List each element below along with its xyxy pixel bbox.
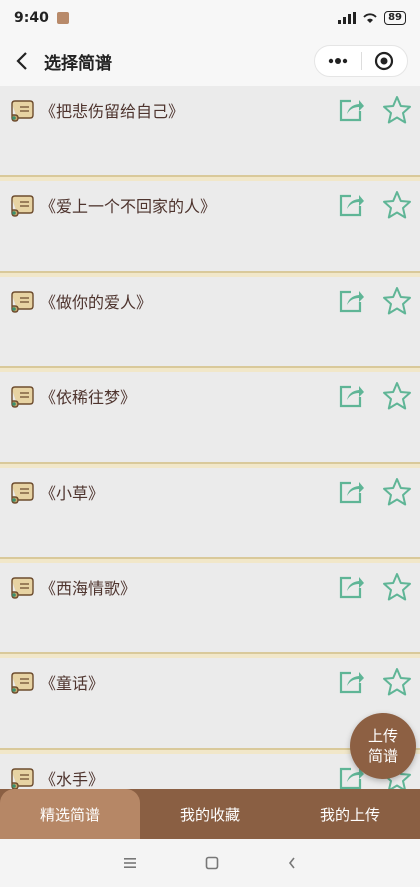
back-nav-icon[interactable]	[287, 856, 297, 870]
more-button[interactable]	[315, 46, 361, 76]
song-title: 《做你的爱人》	[40, 292, 153, 312]
close-circle-icon	[375, 51, 394, 71]
song-title: 《爱上一个不回家的人》	[40, 197, 217, 217]
nav-bar: 选择简谱	[0, 36, 420, 86]
song-row[interactable]: 《依稀往梦》	[0, 372, 420, 468]
star-icon[interactable]	[382, 381, 412, 411]
share-icon[interactable]	[337, 382, 365, 410]
tab-label: 精选简谱	[39, 805, 100, 824]
star-icon[interactable]	[382, 572, 412, 602]
back-button[interactable]	[0, 36, 44, 86]
song-title: 《小草》	[40, 483, 105, 503]
scroll-icon	[8, 577, 34, 599]
song-row[interactable]: 《小草》	[0, 467, 420, 563]
battery-indicator: 89	[384, 11, 406, 25]
share-icon[interactable]	[337, 191, 365, 219]
scroll-icon	[8, 100, 34, 122]
song-title: 《西海情歌》	[40, 578, 137, 598]
scroll-icon	[8, 672, 34, 695]
close-button[interactable]	[362, 46, 408, 76]
tab-bar: 精选简谱 我的收藏 我的上传	[0, 789, 420, 839]
share-icon[interactable]	[337, 96, 365, 124]
song-title: 《童话》	[40, 674, 105, 694]
tab-label: 我的上传	[319, 805, 380, 824]
tab-my-uploads[interactable]: 我的上传	[280, 789, 420, 839]
star-icon[interactable]	[382, 667, 412, 697]
song-title: 《水手》	[40, 769, 105, 789]
status-indicators: 89	[338, 11, 406, 25]
wifi-icon	[363, 13, 377, 23]
system-nav-bar	[0, 839, 420, 887]
back-icon	[16, 52, 27, 70]
share-icon[interactable]	[337, 478, 365, 506]
tab-label: 我的收藏	[179, 805, 240, 824]
notification-icon	[56, 12, 69, 24]
song-title: 《把悲伤留给自己》	[40, 102, 185, 121]
share-icon[interactable]	[337, 287, 365, 315]
miniprogram-capsule	[314, 45, 408, 77]
star-icon[interactable]	[382, 190, 412, 220]
scroll-icon	[8, 386, 34, 408]
menu-icon[interactable]	[123, 857, 137, 869]
share-icon[interactable]	[337, 573, 365, 601]
share-icon[interactable]	[337, 668, 365, 696]
upload-label-line1: 上传	[367, 727, 398, 745]
song-row[interactable]: 《做你的爱人》	[0, 276, 420, 373]
scroll-icon	[8, 768, 34, 790]
page-title: 选择简谱	[44, 53, 112, 74]
scroll-icon	[8, 481, 34, 504]
tab-featured-scores[interactable]: 精选简谱	[0, 789, 140, 839]
song-row[interactable]: 《西海情歌》	[0, 562, 420, 659]
star-icon[interactable]	[382, 286, 412, 316]
upload-score-button[interactable]: 上传 简谱	[350, 713, 416, 779]
more-icon	[328, 58, 347, 64]
scroll-icon	[8, 291, 34, 313]
star-icon[interactable]	[382, 95, 412, 125]
status-time: 9:40	[14, 10, 49, 26]
scroll-icon	[8, 195, 34, 218]
status-bar: 9:40 89	[0, 0, 420, 36]
signal-icon	[338, 12, 357, 24]
song-title: 《依稀往梦》	[40, 388, 137, 408]
star-icon[interactable]	[382, 477, 412, 507]
song-row[interactable]: 《爱上一个不回家的人》	[0, 181, 420, 277]
home-icon[interactable]	[205, 856, 219, 870]
tab-my-favorites[interactable]: 我的收藏	[140, 789, 280, 839]
song-row[interactable]: 《把悲伤留给自己》	[0, 86, 420, 182]
upload-label-line2: 简谱	[367, 747, 398, 765]
